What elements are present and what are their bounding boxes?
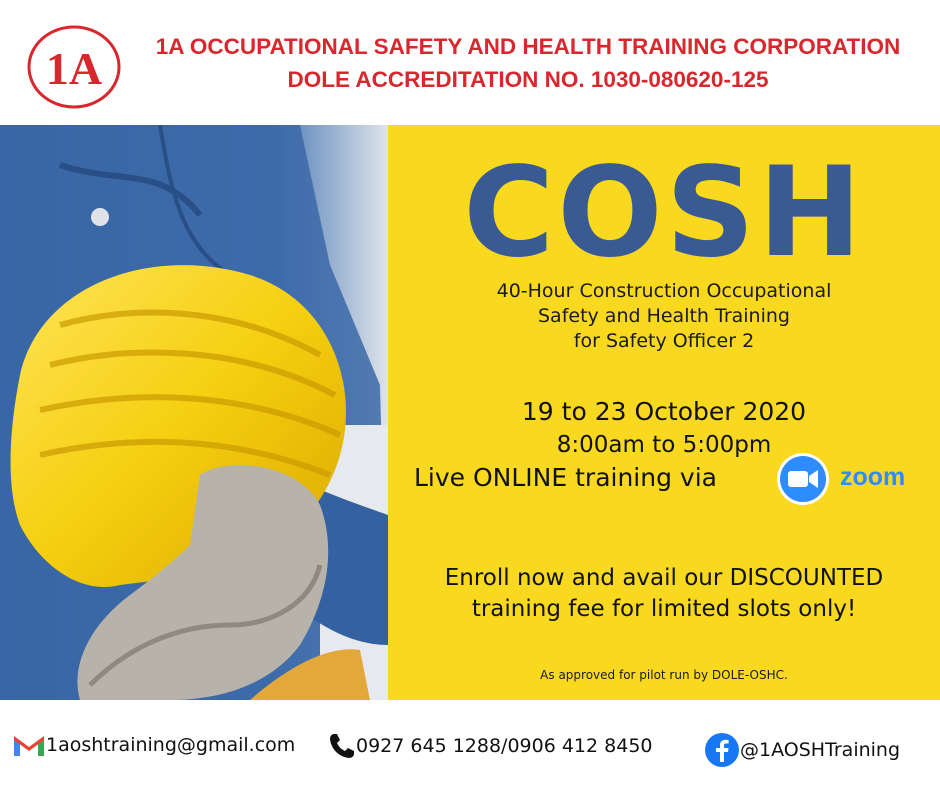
company-logo: 1A xyxy=(27,25,121,109)
phone-numbers: 0927 645 1288/0906 412 8450 xyxy=(356,735,653,757)
header: 1A 1A OCCUPATIONAL SAFETY AND HEALTH TRA… xyxy=(0,0,940,125)
facebook-handle: @1AOSHTraining xyxy=(740,739,901,761)
accreditation-number: DOLE ACCREDITATION NO. 1030-080620-125 xyxy=(287,67,769,92)
facebook-icon xyxy=(705,733,739,767)
course-subtitle-line: 40-Hour Construction Occupational xyxy=(496,280,832,302)
training-dates: 19 to 23 October 2020 xyxy=(521,397,807,426)
worker-holding-hardhat-image xyxy=(0,125,388,700)
course-subtitle-line: for Safety Officer 2 xyxy=(573,330,755,352)
gmail-icon xyxy=(12,732,46,758)
email-address: 1aoshtraining@gmail.com xyxy=(46,734,296,756)
course-subtitle-line: Safety and Health Training xyxy=(537,305,790,327)
phone-icon xyxy=(330,734,354,758)
organization-name: 1A OCCUPATIONAL SAFETY AND HEALTH TRAINI… xyxy=(155,34,901,59)
hero-photo xyxy=(0,125,388,700)
svg-text:1A: 1A xyxy=(46,43,102,94)
approval-note: As approved for pilot run by DOLE-OSHC. xyxy=(540,668,788,682)
course-title: COSH xyxy=(463,141,865,285)
contact-footer: 1aoshtraining@gmail.com 0927 645 1288/09… xyxy=(0,700,940,788)
enroll-line: Enroll now and avail our DISCOUNTED xyxy=(444,565,884,591)
zoom-icon xyxy=(777,453,829,505)
email-contact[interactable]: 1aoshtraining@gmail.com xyxy=(12,732,295,758)
delivery-mode: Live ONLINE training via xyxy=(414,463,717,492)
facebook-contact[interactable]: @1AOSHTraining xyxy=(704,732,900,768)
enroll-line: training fee for limited slots only! xyxy=(471,596,857,622)
info-panel: COSH 40-Hour Construction Occupational S… xyxy=(388,125,940,700)
zoom-wordmark: zoom xyxy=(840,463,906,491)
training-time: 8:00am to 5:00pm xyxy=(556,432,772,458)
phone-contact[interactable]: 0927 645 1288/0906 412 8450 xyxy=(328,732,653,760)
